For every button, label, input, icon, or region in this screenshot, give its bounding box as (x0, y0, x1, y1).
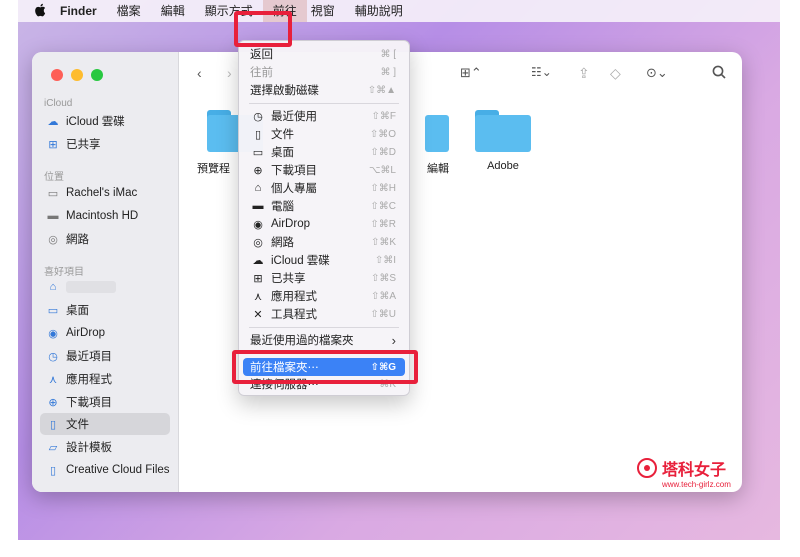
sidebar-item-downloads[interactable]: ⊕ 下載項目 (40, 391, 170, 413)
disk-icon: ▬ (47, 210, 59, 222)
more-actions-icon[interactable]: ⊙⌄ (646, 65, 668, 81)
apple-menu-icon[interactable] (34, 3, 50, 20)
logo-url: www.tech-girlz.com (662, 480, 731, 489)
menu-item-startup-disk[interactable]: 選擇啟動磁碟 ⇧⌘▲ (243, 81, 405, 99)
minimize-button[interactable] (71, 69, 83, 81)
sidebar-item-imac[interactable]: ▭ Rachel's iMac (40, 182, 170, 204)
menu-item-documents[interactable]: ▯ 文件 ⇧⌘O (243, 125, 405, 143)
sidebar-item-recents[interactable]: ◷ 最近項目 (40, 345, 170, 367)
tag-icon[interactable]: ◇ (610, 65, 621, 82)
desktop-icon: ▭ (47, 304, 59, 317)
menu-item-network[interactable]: ◎ 網路 ⇧⌘K (243, 233, 405, 251)
folder-edit-label: 編輯 (427, 163, 449, 175)
menu-item-airdrop[interactable]: ◉ AirDrop ⇧⌘R (243, 215, 405, 233)
folder-edit[interactable] (425, 110, 449, 152)
menu-item-home[interactable]: ⌂ 個人專屬 ⇧⌘H (243, 179, 405, 197)
folder-icon: ▱ (48, 441, 58, 454)
watermark-logo: 塔科女子 www.tech-girlz.com (636, 456, 731, 489)
sidebar-item-macintosh-hd[interactable]: ▬ Macintosh HD (40, 205, 170, 227)
folder-adobe-label: Adobe (487, 160, 519, 172)
menu-item-forward[interactable]: 往前 ⌘ ] (243, 63, 405, 81)
sidebar-item-shared[interactable]: ⊞ 已共享 (40, 133, 170, 155)
window-controls (51, 69, 103, 81)
document-icon: ▯ (254, 128, 262, 141)
chevron-right-icon: › (391, 332, 396, 348)
menu-go[interactable]: 前往 (262, 0, 307, 22)
menu-window[interactable]: 視窗 (307, 0, 345, 22)
search-icon[interactable] (712, 65, 726, 82)
home-icon: ⌂ (49, 281, 57, 293)
menu-item-utilities[interactable]: ✕ 工具程式 ⇧⌘U (243, 305, 405, 323)
sidebar-item-network[interactable]: ◎ 網路 (40, 228, 170, 250)
airdrop-icon: ◉ (48, 327, 58, 340)
menu-item-connect-server[interactable]: 連接伺服器⋯ ⌘K (243, 375, 405, 393)
sidebar-item-airdrop[interactable]: ◉ AirDrop (40, 322, 170, 344)
section-icloud: iCloud (44, 98, 73, 109)
section-locations: 位置 (44, 172, 64, 183)
menu-item-computer[interactable]: ▬ 電腦 ⇧⌘C (243, 197, 405, 215)
menu-item-shared[interactable]: ⊞ 已共享 ⇧⌘S (243, 269, 405, 287)
close-button[interactable] (51, 69, 63, 81)
menu-view[interactable]: 顯示方式 (195, 0, 263, 22)
go-menu-dropdown: 返回 ⌘ [ 往前 ⌘ ] 選擇啟動磁碟 ⇧⌘▲ ◷ 最近使用 ⇧⌘F ▯ 文件… (238, 40, 410, 396)
download-icon: ⊕ (253, 164, 263, 177)
sidebar-item-applications[interactable]: ⋏ 應用程式 (40, 368, 170, 390)
folder-preview-label: 預覽程 (197, 163, 230, 175)
view-grid-icon[interactable]: ⊞⌃ (460, 65, 482, 81)
menu-separator (249, 103, 399, 104)
menu-item-icloud-drive[interactable]: ☁ iCloud 雲碟 ⇧⌘I (243, 251, 405, 269)
logo-name: 塔科女子 (662, 462, 727, 479)
menu-file[interactable]: 檔案 (107, 0, 151, 22)
menu-edit[interactable]: 編輯 (151, 0, 195, 22)
logo-icon (637, 458, 657, 478)
menu-item-recent-folders[interactable]: 最近使用過的檔案夾 › (243, 331, 405, 349)
folder-adobe[interactable] (475, 110, 531, 152)
document-icon: ▯ (49, 418, 57, 431)
shared-folder-icon: ⊞ (253, 272, 263, 285)
apps-icon: ⋏ (48, 373, 58, 386)
imac-icon: ▭ (47, 187, 59, 200)
desktop-icon: ▭ (252, 146, 264, 159)
sidebar-item-desktop[interactable]: ▭ 桌面 (40, 299, 170, 321)
menu-finder[interactable]: Finder (50, 0, 107, 22)
share-icon[interactable]: ⇪ (578, 65, 590, 82)
sidebar-item-design-templates[interactable]: ▱ 設計模板 (40, 436, 170, 458)
group-icon[interactable]: ☷⌄ (531, 65, 552, 79)
globe-icon: ◎ (253, 236, 263, 249)
forward-icon[interactable]: › (227, 65, 232, 81)
download-icon: ⊕ (48, 396, 58, 409)
clock-icon: ◷ (253, 110, 263, 123)
menu-item-applications[interactable]: ⋏ 應用程式 ⇧⌘A (243, 287, 405, 305)
tools-icon: ✕ (253, 308, 263, 321)
back-icon[interactable]: ‹ (197, 65, 202, 81)
blurred-username (66, 281, 116, 293)
menu-item-downloads[interactable]: ⊕ 下載項目 ⌥⌘L (243, 161, 405, 179)
sidebar-item-creative-cloud[interactable]: ▯ Creative Cloud Files (40, 459, 170, 481)
menu-help[interactable]: 輔助說明 (345, 0, 413, 22)
menu-item-go-to-folder[interactable]: 前往檔案夾⋯ ⇧⌘G (243, 358, 405, 376)
file-icon: ▯ (49, 464, 57, 477)
home-icon: ⌂ (254, 182, 262, 194)
menu-separator (249, 353, 399, 354)
menu-item-desktop[interactable]: ▭ 桌面 ⇧⌘D (243, 143, 405, 161)
sidebar: iCloud ☁ iCloud 雲碟 ⊞ 已共享 位置 ▭ Rachel's i… (32, 52, 179, 492)
computer-icon: ▬ (252, 200, 264, 212)
sidebar-item-documents[interactable]: ▯ 文件 (40, 413, 170, 435)
menu-item-recents[interactable]: ◷ 最近使用 ⇧⌘F (243, 107, 405, 125)
apps-icon: ⋏ (253, 290, 263, 303)
sidebar-item-icloud-drive[interactable]: ☁ iCloud 雲碟 (40, 110, 170, 132)
menu-separator (249, 327, 399, 328)
sidebar-item-home[interactable]: ⌂ (40, 276, 170, 298)
shared-folder-icon: ⊞ (48, 138, 58, 151)
airdrop-icon: ◉ (253, 218, 263, 231)
cloud-icon: ☁ (47, 115, 59, 128)
zoom-button[interactable] (91, 69, 103, 81)
cloud-icon: ☁ (252, 254, 264, 267)
menu-bar: Finder 檔案 編輯 顯示方式 前往 視窗 輔助說明 (18, 0, 780, 22)
menu-item-back[interactable]: 返回 ⌘ [ (243, 45, 405, 63)
clock-icon: ◷ (48, 350, 58, 363)
globe-icon: ◎ (48, 233, 58, 246)
